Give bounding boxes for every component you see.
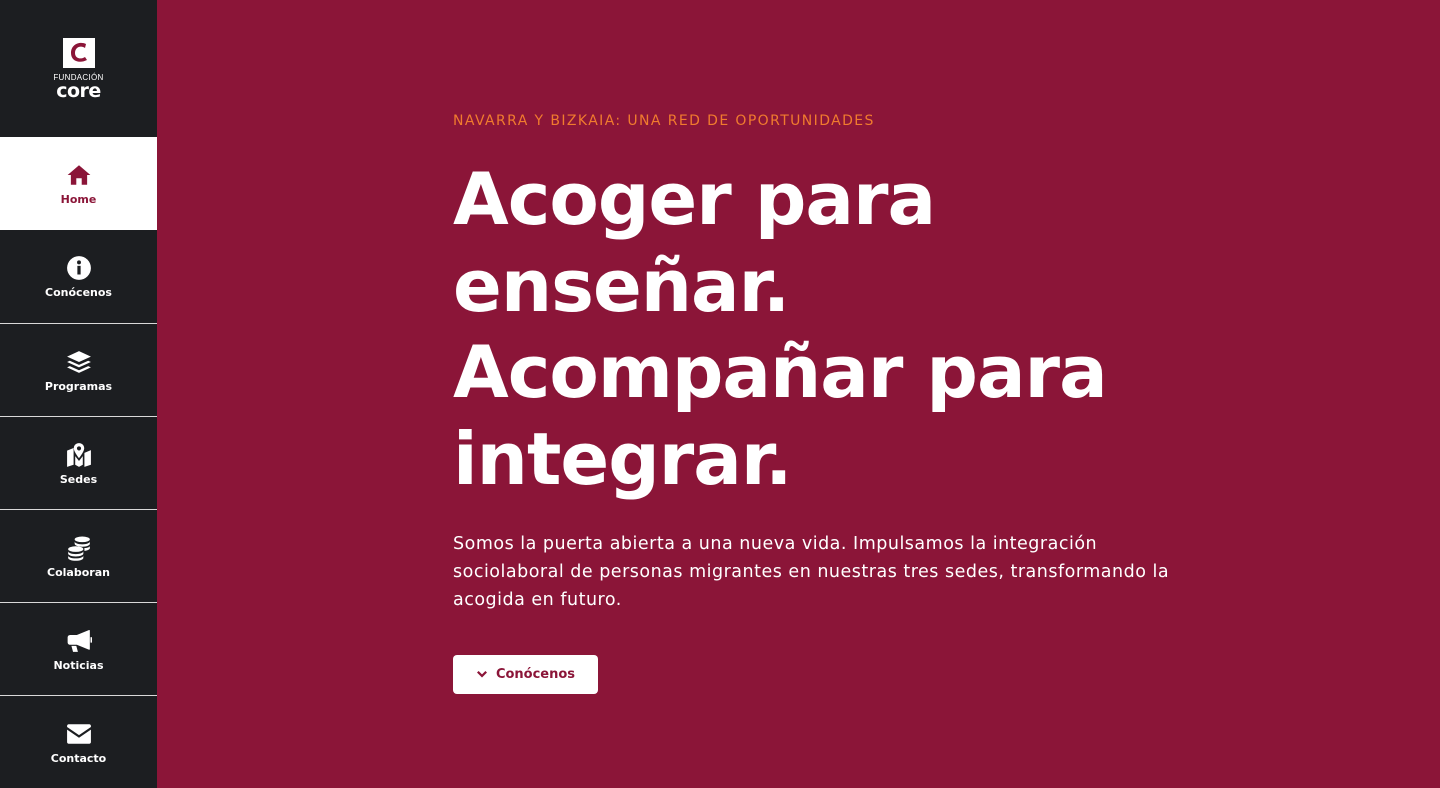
headline-line: integrar. [453,416,792,501]
sidebar-item-label: Contacto [50,751,107,765]
headline-line: enseñar. [453,243,790,328]
info-circle-icon [65,254,93,282]
headline-line: Acoger para [453,157,936,241]
sidebar-item-sedes[interactable]: Sedes [0,416,157,509]
sidebar-item-label: Programas [44,379,113,393]
map-pin-icon [65,441,93,469]
conocenos-button-label: Conócenos [495,667,576,682]
sidebar-item-colaboran[interactable]: Colaboran [0,509,157,602]
sidebar-item-label: Colaboran [47,565,110,579]
sidebar-item-home[interactable]: Home [0,137,157,230]
conocenos-button[interactable]: Conócenos [453,655,598,694]
sidebar-item-label: Noticias [53,658,104,672]
sidebar-item-label: Home [60,193,97,206]
hero-eyebrow: NAVARRA Y BIZKAIA: UNA RED DE OPORTUNIDA… [453,113,875,129]
sidebar-item-conocenos[interactable]: Conócenos [0,230,157,323]
hero-headline: Acoger para enseñar. Acompañar para inte… [453,156,1213,502]
logo-c-icon [70,42,87,62]
sidebar-item-noticias[interactable]: Noticias [0,602,157,695]
sidebar-item-programas[interactable]: Programas [0,323,157,416]
sidebar-item-contacto[interactable]: Contacto [0,695,157,788]
headline-line: Acompañar para [453,330,1108,414]
sidebar-item-label: Sedes [59,472,98,486]
coins-icon [65,534,93,562]
home-icon [65,161,93,189]
hero-intro: Somos la puerta abierta a una nueva vida… [453,534,1170,610]
envelope-icon [65,720,93,748]
layers-icon [65,348,93,376]
sidebar: FUNDACIÓN core Home Conócenos Programas … [0,0,157,788]
chevron-down-icon [476,670,487,677]
sidebar-item-label: Conócenos [45,286,112,299]
logo-mark [62,37,95,68]
brand-logo[interactable]: FUNDACIÓN core [0,0,157,137]
logo-name: core [56,79,101,102]
megaphone-icon [65,627,93,655]
